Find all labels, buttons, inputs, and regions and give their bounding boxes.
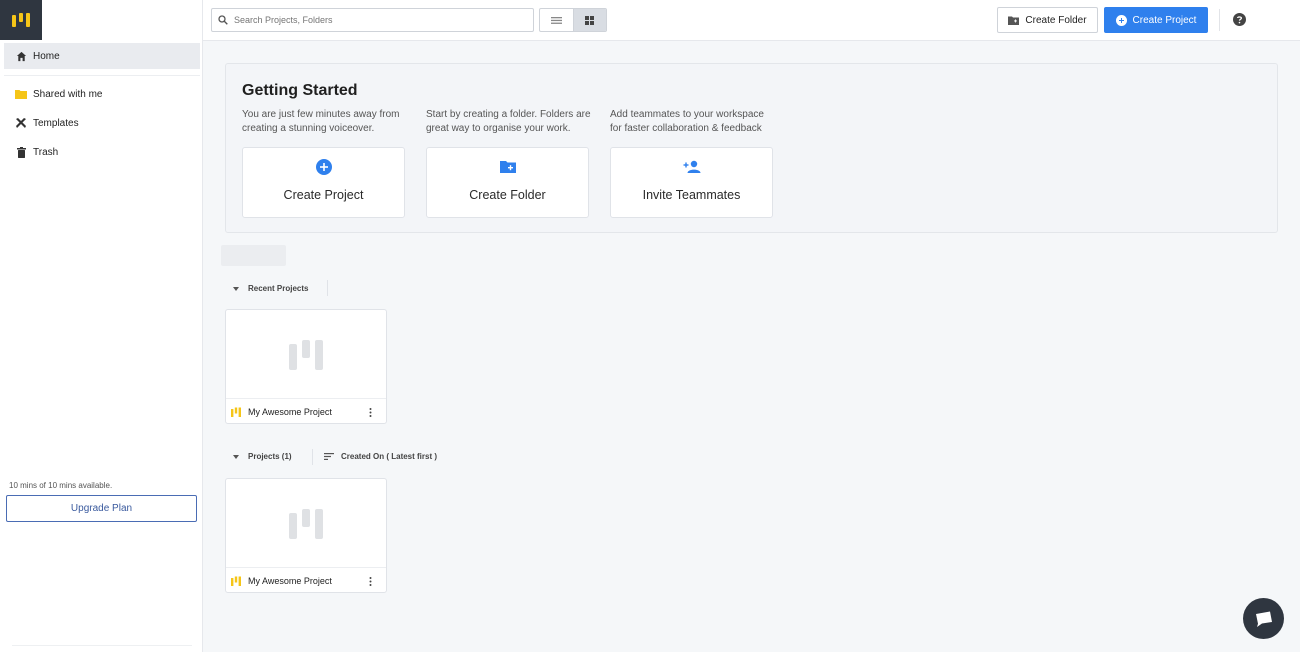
project-footer: My Awesome Project <box>226 569 386 593</box>
invite-teammates-card-label: Invite Teammates <box>642 188 741 202</box>
search-icon <box>218 15 228 25</box>
home-icon <box>14 49 28 63</box>
create-folder-card[interactable]: Create Folder <box>426 147 589 218</box>
sidebar-item-label: Shared with me <box>33 88 103 100</box>
getting-started-panel: Getting Started You are just few minutes… <box>225 63 1278 233</box>
grid-view-icon <box>585 15 595 25</box>
placeholder-logo-icon <box>289 340 323 370</box>
upgrade-plan-button[interactable]: Upgrade Plan <box>6 495 197 522</box>
chat-button[interactable] <box>1243 598 1284 639</box>
create-project-card[interactable]: Create Project <box>242 147 405 218</box>
create-folder-button[interactable]: Create Folder <box>997 7 1098 33</box>
trash-icon <box>14 145 28 159</box>
project-name: My Awesome Project <box>248 576 332 586</box>
recent-project-card[interactable]: My Awesome Project <box>225 309 387 424</box>
sidebar-item-label: Home <box>33 50 60 62</box>
caret-down-icon <box>233 454 239 459</box>
more-options-icon[interactable] <box>363 574 377 588</box>
sort-label: Created On ( Latest first ) <box>341 452 438 461</box>
section-divider <box>327 280 328 296</box>
sidebar-item-templates[interactable]: Templates <box>4 110 200 136</box>
app-logo[interactable] <box>0 0 42 40</box>
topbar-divider <box>1219 9 1220 31</box>
chat-icon <box>1255 611 1272 627</box>
main-content: Getting Started You are just few minutes… <box>203 41 1300 652</box>
project-thumbnail <box>226 310 386 399</box>
project-name: My Awesome Project <box>248 407 332 417</box>
placeholder-logo-icon <box>289 509 323 539</box>
sidebar-item-trash[interactable]: Trash <box>4 139 200 165</box>
sidebar-item-home[interactable]: Home <box>4 43 200 69</box>
loading-placeholder <box>221 245 286 266</box>
project-card[interactable]: My Awesome Project <box>225 478 387 593</box>
project-footer: My Awesome Project <box>226 400 386 424</box>
projects-toggle[interactable]: Projects (1) <box>233 452 292 461</box>
project-thumbnail <box>226 479 386 568</box>
sort-icon <box>324 453 334 460</box>
add-person-icon <box>683 160 701 173</box>
more-options-icon[interactable] <box>363 405 377 419</box>
invite-teammates-desc: Add teammates to your workspace for fast… <box>610 109 764 134</box>
templates-icon <box>14 116 28 130</box>
create-folder-card-label: Create Folder <box>469 188 546 202</box>
help-icon[interactable] <box>1233 13 1246 26</box>
invite-teammates-card[interactable]: Invite Teammates <box>610 147 773 218</box>
add-folder-icon <box>500 161 516 173</box>
shared-folder-icon <box>14 87 28 101</box>
plus-circle-icon <box>316 159 332 175</box>
project-logo-icon <box>231 576 241 586</box>
getting-started-title: Getting Started <box>242 82 358 99</box>
projects-heading: Projects (1) <box>248 452 292 461</box>
caret-down-icon <box>233 286 239 291</box>
sidebar: Home Shared with me Templates Trash 10 m… <box>0 0 203 652</box>
sidebar-bottom-divider <box>12 645 192 646</box>
view-toggle <box>539 8 607 32</box>
plus-circle-icon <box>1115 14 1127 26</box>
create-project-label: Create Project <box>1132 14 1197 26</box>
sidebar-item-label: Trash <box>33 146 59 158</box>
create-folder-desc: Start by creating a folder. Folders are … <box>426 109 591 134</box>
search-input[interactable] <box>234 15 514 25</box>
list-view-button[interactable] <box>540 9 573 31</box>
add-folder-icon <box>1008 16 1020 25</box>
sidebar-item-label: Templates <box>33 117 79 129</box>
grid-view-button[interactable] <box>572 9 606 31</box>
create-project-card-label: Create Project <box>283 188 364 202</box>
list-view-icon <box>550 16 562 24</box>
project-logo-icon <box>231 407 241 417</box>
sidebar-item-shared[interactable]: Shared with me <box>4 81 200 107</box>
recent-projects-heading: Recent Projects <box>248 284 309 293</box>
section-divider <box>312 449 313 465</box>
search-box[interactable] <box>211 8 534 32</box>
create-folder-label: Create Folder <box>1025 14 1087 26</box>
sidebar-divider <box>4 75 200 76</box>
logo-icon <box>12 13 30 27</box>
create-project-button[interactable]: Create Project <box>1104 7 1208 33</box>
sort-dropdown[interactable]: Created On ( Latest first ) <box>324 452 437 461</box>
topbar: Create Folder Create Project <box>203 0 1300 41</box>
minutes-available-text: 10 mins of 10 mins available. <box>9 481 113 490</box>
recent-projects-toggle[interactable]: Recent Projects <box>233 284 308 293</box>
create-project-desc: You are just few minutes away from creat… <box>242 109 400 134</box>
